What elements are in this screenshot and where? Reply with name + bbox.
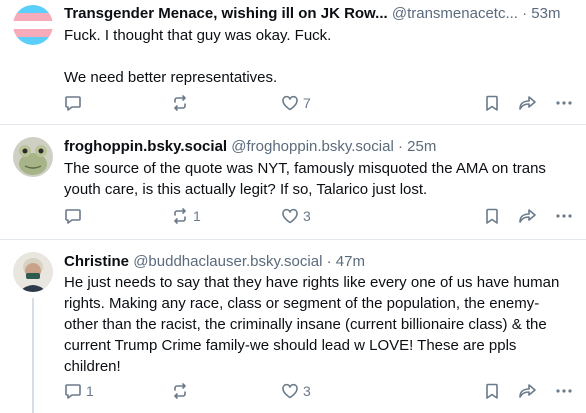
separator: · — [397, 138, 403, 155]
post-text: He just needs to say that they have righ… — [64, 274, 560, 375]
repost-icon — [174, 208, 186, 224]
thread-line — [32, 298, 34, 413]
reply-icon — [65, 96, 81, 111]
post-time[interactable]: 47m — [336, 253, 365, 270]
post-actions: 1 3 — [64, 205, 586, 227]
like-icon — [282, 208, 298, 224]
author-handle[interactable]: @transmenacetc... — [392, 5, 518, 22]
repost-icon — [174, 95, 186, 111]
share-icon — [519, 384, 536, 398]
bookmark-button[interactable] — [483, 92, 501, 114]
repost-button[interactable] — [171, 380, 193, 402]
reply-button[interactable] — [64, 205, 86, 227]
more-options-icon — [556, 101, 572, 105]
feed-post[interactable]: Transgender Menace, wishing ill on JK Ro… — [0, 0, 586, 125]
avatar[interactable] — [13, 5, 53, 45]
like-icon — [282, 95, 298, 111]
repost-button[interactable]: 1 — [171, 205, 201, 227]
bookmark-button[interactable] — [483, 205, 501, 227]
post-text: Fuck. I thought that guy was okay. Fuck.… — [64, 27, 332, 86]
post-actions: 1 3 — [64, 380, 586, 402]
feed-post[interactable]: Christine @buddhaclauser.bsky.social · 4… — [0, 240, 586, 413]
separator: · — [326, 253, 332, 270]
avatar[interactable] — [13, 252, 53, 292]
author-name[interactable]: Christine — [64, 253, 129, 270]
bookmark-icon — [486, 95, 498, 111]
share-icon — [519, 96, 536, 110]
post-time[interactable]: 53m — [531, 5, 560, 22]
post-actions: 7 — [64, 92, 586, 114]
more-options-button[interactable] — [554, 205, 574, 227]
avatar[interactable] — [13, 137, 53, 177]
reply-button[interactable] — [64, 92, 86, 114]
more-options-icon — [556, 214, 572, 218]
repost-icon — [174, 383, 186, 399]
like-button[interactable]: 3 — [281, 380, 311, 402]
like-button[interactable]: 7 — [281, 92, 311, 114]
frog-avatar-icon — [13, 137, 53, 177]
more-options-button[interactable] — [554, 380, 574, 402]
post-feed: Transgender Menace, wishing ill on JK Ro… — [0, 0, 586, 413]
reply-count: 1 — [86, 383, 94, 399]
post-time[interactable]: 25m — [407, 138, 436, 155]
bookmark-icon — [486, 383, 498, 399]
post-header: froghoppin.bsky.social @froghoppin.bsky.… — [64, 136, 576, 158]
reply-button[interactable]: 1 — [64, 380, 94, 402]
like-count: 3 — [303, 208, 311, 224]
bookmark-button[interactable] — [483, 380, 501, 402]
reply-icon — [65, 209, 81, 224]
author-handle[interactable]: @buddhaclauser.bsky.social — [133, 253, 322, 270]
like-count: 7 — [303, 95, 311, 111]
bookmark-icon — [486, 208, 498, 224]
author-handle[interactable]: @froghoppin.bsky.social — [231, 138, 394, 155]
post-text: The source of the quote was NYT, famousl… — [64, 160, 546, 198]
person-avatar-icon — [13, 252, 53, 292]
trans-flag-avatar-icon — [13, 5, 53, 45]
share-icon — [519, 209, 536, 223]
author-name[interactable]: Transgender Menace, wishing ill on JK Ro… — [64, 5, 388, 22]
reply-icon — [65, 384, 81, 399]
more-options-button[interactable] — [554, 92, 574, 114]
like-count: 3 — [303, 383, 311, 399]
like-icon — [282, 383, 298, 399]
author-name[interactable]: froghoppin.bsky.social — [64, 138, 227, 155]
like-button[interactable]: 3 — [281, 205, 311, 227]
post-header: Transgender Menace, wishing ill on JK Ro… — [64, 3, 576, 25]
share-button[interactable] — [518, 92, 538, 114]
separator: · — [522, 5, 528, 22]
repost-count: 1 — [193, 208, 201, 224]
share-button[interactable] — [518, 205, 538, 227]
feed-post[interactable]: froghoppin.bsky.social @froghoppin.bsky.… — [0, 125, 586, 240]
share-button[interactable] — [518, 380, 538, 402]
repost-button[interactable] — [171, 92, 193, 114]
post-header: Christine @buddhaclauser.bsky.social · 4… — [64, 251, 576, 273]
more-options-icon — [556, 389, 572, 393]
